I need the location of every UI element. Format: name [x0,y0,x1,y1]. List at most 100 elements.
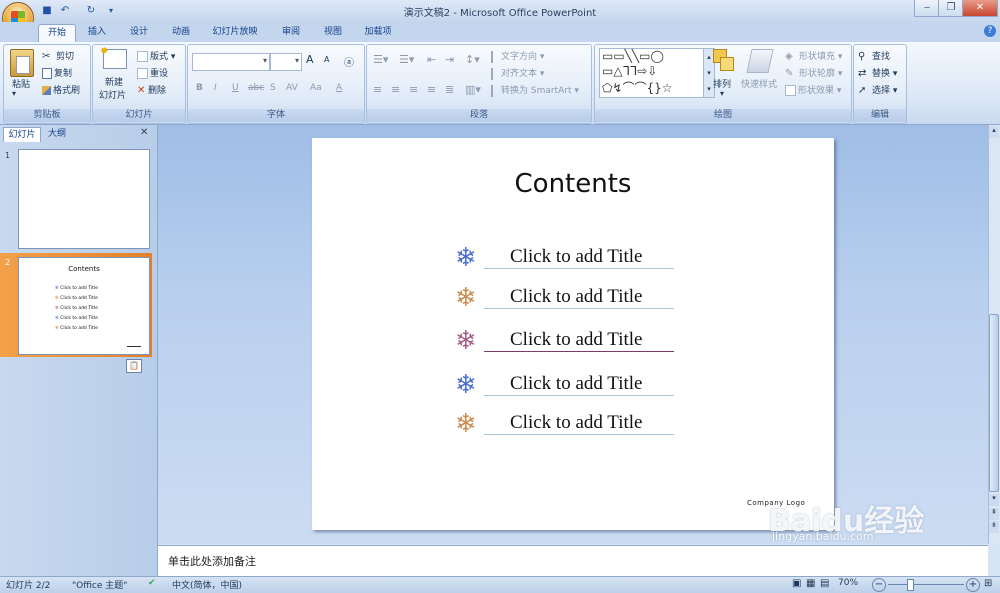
numbering-icon[interactable]: ☰▾ [399,53,414,66]
contents-item-3[interactable]: Click to add Title [510,329,643,351]
zoom-level[interactable]: 70% [838,578,858,588]
columns-icon[interactable]: ▥▾ [465,83,481,96]
bold-button[interactable]: B [196,83,203,93]
tab-home[interactable]: 开始 [38,24,76,43]
help-icon[interactable]: ? [984,25,996,37]
customize-qat-icon[interactable]: ▾ [104,4,118,17]
align-center-icon[interactable]: ≡ [391,83,400,96]
reset-button[interactable]: 重设 [137,66,168,79]
tab-addins[interactable]: 加载项 [356,24,400,40]
paste-icon[interactable] [10,49,34,77]
slideshow-view-icon[interactable]: ▤ [820,578,829,589]
new-slide-label-1[interactable]: 新建 [105,75,123,88]
grow-font-icon[interactable]: A [306,53,314,66]
snowflake-bullet-icon: ❄ [455,283,477,313]
scroll-down-icon[interactable]: ▾ [989,494,999,506]
zoom-in-icon[interactable]: + [966,578,980,592]
next-slide-icon[interactable]: ⇟ [989,521,999,533]
align-text-button[interactable]: 对齐文本 ▾ [491,66,544,80]
zoom-slider-track[interactable] [888,584,964,585]
align-left-icon[interactable]: ≡ [373,83,382,96]
notes-placeholder[interactable]: 单击此处添加备注 [168,553,256,569]
new-slide-label-2[interactable]: 幻灯片 [99,88,126,101]
thumb-flake-icon: ✻ [55,306,59,311]
contents-item-5[interactable]: Click to add Title [510,412,643,434]
close-button[interactable]: ✕ [962,0,998,17]
copy-button[interactable]: 复制 [42,66,72,79]
shadow-button[interactable]: S [270,83,276,93]
shape-outline-button[interactable]: ✎ 形状轮廓 ▾ [785,66,842,80]
window-title: 演示文稿2 - Microsoft Office PowerPoint [403,8,597,19]
italic-button[interactable]: I [214,83,217,93]
scroll-up-icon[interactable]: ▴ [989,126,999,138]
find-button[interactable]: ⚲ 查找 [858,49,890,63]
justify-icon[interactable]: ≡ [427,83,436,96]
notes-pane[interactable] [158,545,988,577]
change-case-button[interactable]: Aa [310,83,322,93]
tab-animations[interactable]: 动画 [164,24,198,40]
save-icon[interactable]: ■ [40,4,54,17]
replace-button[interactable]: ⇄ 替换 ▾ [858,66,897,80]
spellcheck-icon[interactable]: ✔ [148,578,156,588]
text-direction-button[interactable]: 文字方向 ▾ [491,49,544,63]
tab-slideshow[interactable]: 幻灯片放映 [204,24,266,40]
char-spacing-button[interactable]: AV [286,83,298,93]
font-color-button[interactable]: A [336,83,342,93]
clear-format-icon[interactable]: ⓐ [344,54,354,69]
align-right-icon[interactable]: ≡ [409,83,418,96]
underline-button[interactable]: U [232,83,239,93]
contents-item-1[interactable]: Click to add Title [510,246,643,268]
new-slide-icon[interactable]: ✸ [100,46,127,69]
maximize-button[interactable]: ❐ [938,0,964,17]
tab-review[interactable]: 审阅 [274,24,308,40]
quick-styles-icon[interactable] [746,49,774,73]
fit-to-window-icon[interactable]: ⊞ [984,578,992,589]
decrease-indent-icon[interactable]: ⇤ [427,53,436,66]
panel-close-icon[interactable]: ✕ [140,127,148,138]
tab-design[interactable]: 设计 [122,24,156,40]
paste-options-icon[interactable]: 📋 [126,359,142,373]
font-name-combo[interactable]: ▾ [192,53,270,71]
slide-title[interactable]: Contents [312,169,834,199]
cut-button[interactable]: ✂ 剪切 [42,49,74,63]
shrink-font-icon[interactable]: A [324,55,329,64]
paste-dropdown-icon[interactable]: ▾ [12,89,16,98]
tab-view[interactable]: 视图 [316,24,350,40]
redo-icon[interactable]: ↻ [84,4,98,17]
contents-item-2[interactable]: Click to add Title [510,286,643,308]
cursor-icon: ➚ [858,84,867,96]
line-spacing-icon[interactable]: ↕▾ [465,53,480,66]
thumb-2-item: ✻ Click to add Title [55,304,115,314]
layout-button[interactable]: 版式 ▾ [137,49,175,62]
normal-view-icon[interactable]: ▣ [792,578,801,589]
tab-slides-panel[interactable]: 幻灯片 [3,127,41,142]
minimize-button[interactable]: ‒ [914,0,940,17]
shape-effects-button[interactable]: 形状效果 ▾ [785,83,841,96]
delete-slide-button[interactable]: ✕ 删除 [137,83,166,97]
shapes-gallery[interactable]: ▭▭╲╲▭◯ ▭△ᒣᒣ⇨⇩ ⬠↯⌒⌒{}☆ [599,48,705,98]
slide-thumbnail-1[interactable] [18,149,150,249]
bullets-icon[interactable]: ☰▾ [373,53,388,66]
distributed-icon[interactable]: ≣ [445,83,454,96]
increase-indent-icon[interactable]: ⇥ [445,53,454,66]
contents-item-4[interactable]: Click to add Title [510,373,643,395]
language-status[interactable]: 中文(简体，中国) [172,578,242,591]
tab-outline-panel[interactable]: 大纲 [42,127,72,141]
arrange-icon[interactable] [713,49,734,71]
font-size-combo[interactable]: ▾ [270,53,302,71]
convert-smartart-button[interactable]: 转换为 SmartArt ▾ [491,83,579,97]
select-button[interactable]: ➚ 选择 ▾ [858,83,897,97]
undo-icon[interactable]: ↶ [58,4,72,17]
zoom-slider-thumb[interactable] [907,579,914,591]
scroll-thumb[interactable] [989,314,999,492]
slide-thumbnail-2[interactable]: Contents ✻ Click to add Title ✻ Click to… [18,257,150,355]
shape-fill-button[interactable]: ◈ 形状填充 ▾ [785,49,842,63]
format-painter-button[interactable]: 格式刷 [42,83,80,96]
slide-sorter-icon[interactable]: ▦ [806,578,815,589]
tab-insert[interactable]: 插入 [80,24,114,40]
quick-styles-button[interactable]: 快速样式 [741,77,777,90]
arrange-dropdown-icon[interactable]: ▾ [720,89,724,98]
strikethrough-button[interactable]: abc [248,83,264,93]
previous-slide-icon[interactable]: ⇞ [989,508,999,520]
zoom-out-icon[interactable]: − [872,578,886,592]
